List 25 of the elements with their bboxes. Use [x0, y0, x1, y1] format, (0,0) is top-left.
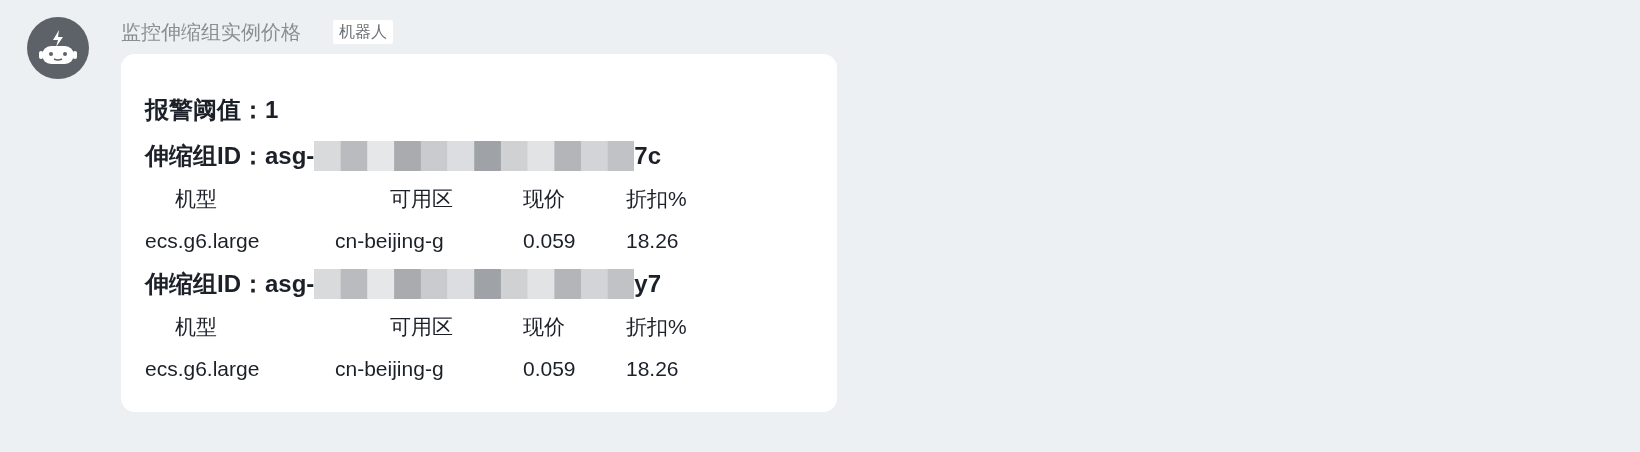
- table-cell-text: 0.059: [523, 228, 577, 255]
- column-header: 现价: [523, 186, 566, 213]
- group-id-suffix: y7: [634, 269, 662, 299]
- column-header: 现价: [523, 314, 566, 341]
- table-cell-text: cn-beijing-g: [335, 228, 445, 255]
- table-cell-text: 18.26: [626, 356, 680, 383]
- column-header: 可用区: [389, 186, 454, 213]
- column-header: 机型: [174, 186, 218, 213]
- table-cell-text: 0.059: [523, 356, 577, 383]
- group-id-prefix: asg-: [265, 269, 315, 299]
- column-header: 机型: [174, 314, 218, 341]
- table-cell-text: 18.26: [626, 228, 680, 255]
- table-cell-text: ecs.g6.large: [145, 228, 261, 255]
- threshold-text: 报警阈值：1: [145, 95, 280, 125]
- group-id-label: 伸缩组ID：: [145, 269, 265, 299]
- table-cell-text: ecs.g6.large: [145, 356, 261, 383]
- column-header: 折扣%: [626, 314, 688, 341]
- table-cell-text: cn-beijing-g: [335, 356, 445, 383]
- group-id-label: 伸缩组ID：: [145, 141, 265, 171]
- column-header: 折扣%: [626, 186, 688, 213]
- group-id-prefix: asg-: [265, 141, 315, 171]
- sender-name: 监控伸缩组实例价格: [121, 20, 301, 45]
- robot-tag: 机器人: [333, 20, 393, 44]
- column-header: 可用区: [389, 314, 454, 341]
- group-id-suffix: 7c: [634, 141, 662, 171]
